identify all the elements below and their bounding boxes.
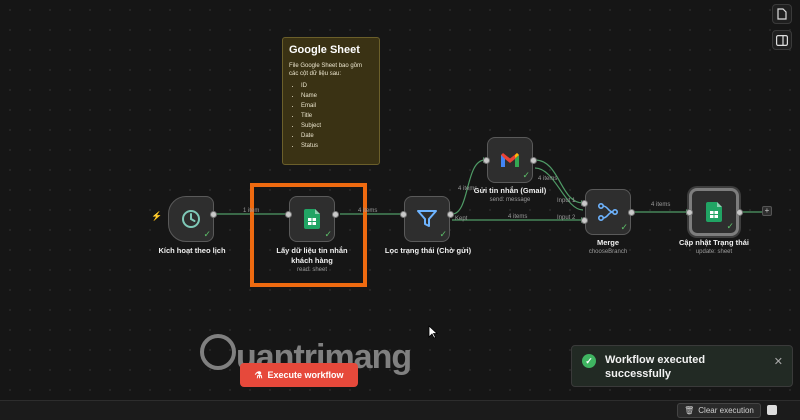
node-schedule-label: Kích hoạt theo lịch: [158, 246, 226, 255]
merge-input-label: Input 2: [557, 215, 576, 221]
trigger-bolt-icon: ⚡: [151, 211, 163, 221]
execute-workflow-button[interactable]: ⚗ Execute workflow: [240, 363, 358, 387]
edge-label: Kept: [455, 216, 468, 222]
output-handle[interactable]: [447, 211, 454, 218]
input-handle-2[interactable]: [581, 217, 588, 224]
node-merge-label: Merge: [596, 238, 620, 247]
node-update-subtitle: update: sheet: [695, 249, 733, 255]
toast-notification: ✓ Workflow executed successfully ✕: [571, 345, 793, 387]
edge-label: 1 item: [243, 208, 260, 214]
lightbulb-icon: [200, 334, 236, 370]
clear-execution-label: Clear execution: [698, 406, 754, 415]
node-merge-subtitle: chooseBranch: [588, 249, 628, 255]
node-filter-label: Lọc trạng thái (Chờ gửi): [384, 246, 472, 255]
add-node-plus-icon[interactable]: +: [762, 206, 772, 216]
output-handle[interactable]: [210, 211, 217, 218]
success-check-icon: ✓: [203, 229, 211, 239]
input-handle[interactable]: [400, 211, 407, 218]
clear-execution-button[interactable]: 🗑 Clear execution: [677, 403, 761, 418]
flask-icon: ⚗: [254, 369, 263, 380]
edge-label: 4 items: [458, 186, 478, 192]
success-check-icon: ✓: [620, 222, 628, 232]
edge-label: 4 items: [358, 208, 378, 214]
note-column-list: ID Name Email Title Subject Date Status: [289, 81, 373, 151]
open-sticky-note-button[interactable]: [772, 4, 792, 24]
success-check-icon: ✓: [522, 170, 530, 180]
edge-label: 4 items: [651, 202, 671, 208]
note-column-item: Subject: [301, 121, 373, 131]
toast-message: Workflow executed successfully: [605, 354, 706, 380]
input-handle[interactable]: [686, 209, 693, 216]
highlight-frame: [250, 183, 367, 287]
gmail-icon: [501, 153, 519, 167]
node-update-sheet[interactable]: ✓: [689, 188, 739, 236]
node-gmail[interactable]: ✓: [487, 137, 533, 183]
note-column-item: Title: [301, 111, 373, 121]
node-update-label: Cập nhật Trạng thái: [678, 238, 749, 247]
note-column-item: Status: [301, 141, 373, 151]
sticky-note[interactable]: Google Sheet File Google Sheet bao gồm c…: [282, 37, 380, 165]
output-handle[interactable]: [530, 157, 537, 164]
chat-log-icon[interactable]: [767, 405, 777, 415]
google-sheets-icon: [706, 202, 722, 222]
output-handle[interactable]: [736, 209, 743, 216]
merge-input-label: Input 1: [557, 198, 576, 204]
node-filter[interactable]: ✓: [404, 196, 450, 242]
note-column-item: ID: [301, 81, 373, 91]
edge-label: 4 items: [538, 176, 558, 182]
input-handle-1[interactable]: [581, 200, 588, 207]
output-handle[interactable]: [628, 209, 635, 216]
note-intro: File Google Sheet bao gồm các cột dữ liệ…: [289, 63, 363, 77]
clock-icon: [182, 210, 200, 228]
success-check-icon: ✓: [582, 354, 596, 368]
edge-label: 4 items: [508, 214, 528, 220]
mouse-cursor-icon: [428, 325, 438, 339]
toggle-panel-button[interactable]: [772, 30, 792, 50]
note-column-item: Name: [301, 91, 373, 101]
note-column-item: Date: [301, 131, 373, 141]
execute-workflow-label: Execute workflow: [267, 370, 344, 380]
success-check-icon: ✓: [726, 221, 734, 231]
filter-icon: [417, 210, 437, 227]
sidebar-panel-icon: [776, 34, 788, 46]
success-check-icon: ✓: [439, 229, 447, 239]
node-merge[interactable]: ✓: [585, 189, 631, 235]
document-icon: [777, 8, 787, 20]
node-gmail-subtitle: send: message: [489, 197, 531, 203]
merge-icon: [598, 203, 618, 221]
close-icon[interactable]: ✕: [774, 355, 783, 368]
note-title: Google Sheet: [289, 44, 360, 56]
node-schedule-trigger[interactable]: ✓: [168, 196, 214, 242]
input-handle[interactable]: [483, 157, 490, 164]
trash-icon: 🗑: [684, 406, 695, 415]
note-column-item: Email: [301, 101, 373, 111]
